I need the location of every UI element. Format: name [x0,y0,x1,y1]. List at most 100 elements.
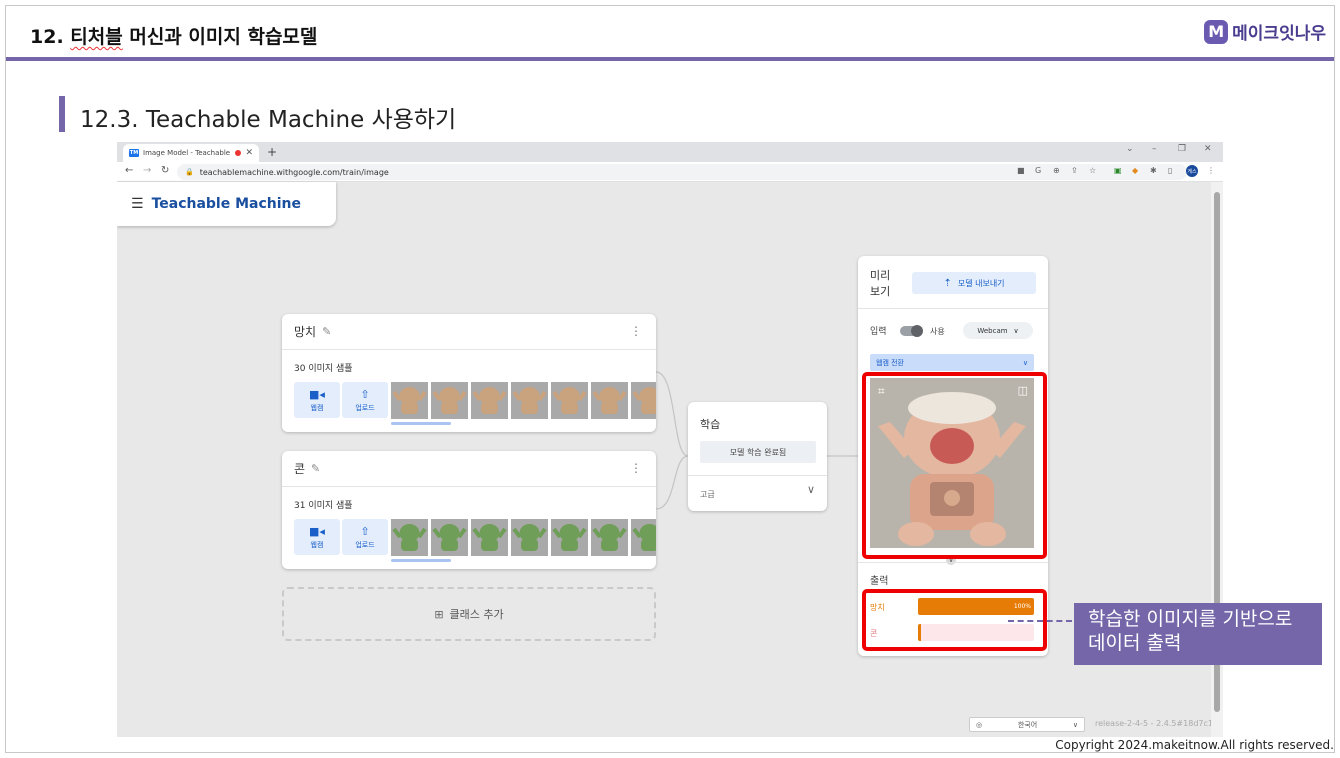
maximize-button[interactable]: ❐ [1178,144,1186,154]
lock-icon: 🔒 [185,168,194,176]
switch-webcam-dropdown[interactable]: 웹캠 전환 ∨ [870,354,1034,371]
chevron-down-icon: ∨ [1013,326,1019,335]
more-options-icon[interactable]: ⋮ [630,461,642,475]
release-version: release-2-4-5 - 2.4.5#18d7c1 [1095,719,1213,728]
highlight-webcam-box [862,372,1047,559]
thumbnail-scroll-indicator[interactable] [391,559,451,562]
url-text: teachablemachine.withgoogle.com/train/im… [199,167,389,177]
tab-title: Image Model - Teachable M [143,149,232,157]
camera-icon[interactable]: ■ [1017,166,1025,175]
puzzle-icon[interactable]: ✱ [1150,166,1157,175]
sample-thumbnail[interactable] [431,382,468,419]
more-options-icon[interactable]: ⋮ [630,324,642,338]
close-window-button[interactable]: ✕ [1204,144,1212,154]
class-name[interactable]: 콘 [294,460,305,477]
divider [858,308,1048,309]
section-bar [59,96,65,132]
sample-thumbnail[interactable] [591,382,628,419]
divider [688,475,827,476]
browser-tab[interactable]: TM Image Model - Teachable M ✕ [123,144,259,162]
video-camera-icon: ■◂ [309,524,325,538]
sample-thumbnail[interactable] [391,382,428,419]
class-card-1: 망치 ✎ ⋮ 30 이미지 샘플 ■◂ 웹캠 ⇧ 업로드 [282,314,656,432]
google-icon[interactable]: G [1035,166,1041,175]
sample-count: 30 이미지 샘플 [294,364,353,374]
copyright: Copyright 2024.makeitnow.All rights rese… [1055,738,1334,752]
input-toggle[interactable] [900,325,923,337]
advanced-label[interactable]: 고급 [700,489,715,500]
sample-thumbnail[interactable] [551,382,588,419]
upload-button[interactable]: ⇧ 업로드 [342,382,388,418]
zoom-icon[interactable]: ⊕ [1053,166,1060,175]
switch-webcam-label: 웹캠 전환 [876,358,904,367]
toggle-knob [911,325,923,337]
sidepanel-icon[interactable]: ▯ [1168,166,1172,175]
source-value: Webcam [977,326,1008,335]
export-model-label: 모델 내보내기 [957,278,1005,288]
upload-label: 업로드 [355,403,375,412]
export-model-button[interactable]: ⇡ 모델 내보내기 [912,272,1036,294]
class-name[interactable]: 망치 [294,323,316,340]
train-model-button[interactable]: 모델 학습 완료됨 [700,441,816,463]
webcam-button[interactable]: ■◂ 웹캠 [294,519,340,555]
upload-icon: ⇧ [360,387,370,401]
language-value: 한국어 [1017,720,1038,729]
minimize-button[interactable]: – [1152,144,1157,154]
upload-button[interactable]: ⇧ 업로드 [342,519,388,555]
webcam-button[interactable]: ■◂ 웹캠 [294,382,340,418]
add-class-button[interactable]: ⊞ 클래스 추가 [282,587,656,641]
reload-icon[interactable]: ↻ [161,165,169,176]
sample-thumbnails [391,519,656,556]
callout-line-2: 데이터 출력 [1088,632,1182,654]
slide-title: 12. 티처블 머신과 이미지 학습모델 [30,26,318,48]
sample-thumbnail[interactable] [511,382,548,419]
callout-box: 학습한 이미지를 기반으로 데이터 출력 [1074,603,1322,665]
new-tab-button[interactable]: + [267,145,277,159]
callout-line-1: 학습한 이미지를 기반으로 [1088,608,1293,630]
toggle-label: 사용 [930,327,945,336]
close-tab-icon[interactable]: ✕ [245,148,253,158]
tab-search-icon[interactable]: ⌄ [1126,144,1134,154]
sample-thumbnail[interactable] [631,382,656,419]
section-title: 12.3. Teachable Machine 사용하기 [80,107,457,133]
sample-thumbnail[interactable] [511,519,548,556]
brand-name: 메이크잇나우 [1232,24,1326,44]
language-select[interactable]: ◎ 한국어 ∨ [969,717,1085,732]
chevron-down-icon: ∨ [1072,720,1078,729]
edit-pencil-icon[interactable]: ✎ [311,462,320,475]
back-icon[interactable]: ← [125,165,133,176]
chevron-down-icon: ∨ [1022,358,1028,367]
upload-arrow-icon: ⇡ [943,277,952,289]
forward-icon[interactable]: → [143,165,151,176]
edit-pencil-icon[interactable]: ✎ [322,325,331,338]
thumbnail-scroll-indicator[interactable] [391,422,451,425]
sample-thumbnail[interactable] [471,382,508,419]
chevron-down-icon[interactable]: ∨ [807,483,815,496]
sample-thumbnail[interactable] [391,519,428,556]
callout-connector [1008,620,1072,622]
share-icon[interactable]: ⇪ [1071,166,1078,175]
browser-menu-icon[interactable]: ⋮ [1207,166,1215,175]
profile-avatar[interactable]: 게스 [1186,165,1198,177]
preview-title: 미리 보기 [870,269,891,298]
class-card-2: 콘 ✎ ⋮ 31 이미지 샘플 ■◂ 웹캠 ⇧ 업로드 [282,451,656,569]
bookmark-star-icon[interactable]: ☆ [1089,166,1096,175]
sample-thumbnail[interactable] [551,519,588,556]
class-header: 망치 ✎ ⋮ [282,314,656,350]
globe-icon: ◎ [976,720,983,729]
webcam-label: 웹캠 [310,540,324,549]
sample-thumbnail[interactable] [431,519,468,556]
source-dropdown[interactable]: Webcam ∨ [963,322,1033,339]
title-divider [6,57,1334,61]
metamask-icon[interactable]: ◆ [1132,166,1138,175]
brand-logo-icon: M [1204,19,1229,44]
sample-thumbnail[interactable] [631,519,656,556]
brand: M 메이크잇나우 [1204,19,1326,44]
extension-icon[interactable]: ▣ [1114,166,1122,175]
training-card: 학습 모델 학습 완료됨 고급 ∨ [688,402,827,511]
sample-thumbnail[interactable] [591,519,628,556]
sample-thumbnail[interactable] [471,519,508,556]
video-camera-icon: ■◂ [309,387,325,401]
input-label: 입력 [870,327,887,337]
tab-strip: TM Image Model - Teachable M ✕ + ⌄ – ❐ ✕ [117,142,1223,162]
